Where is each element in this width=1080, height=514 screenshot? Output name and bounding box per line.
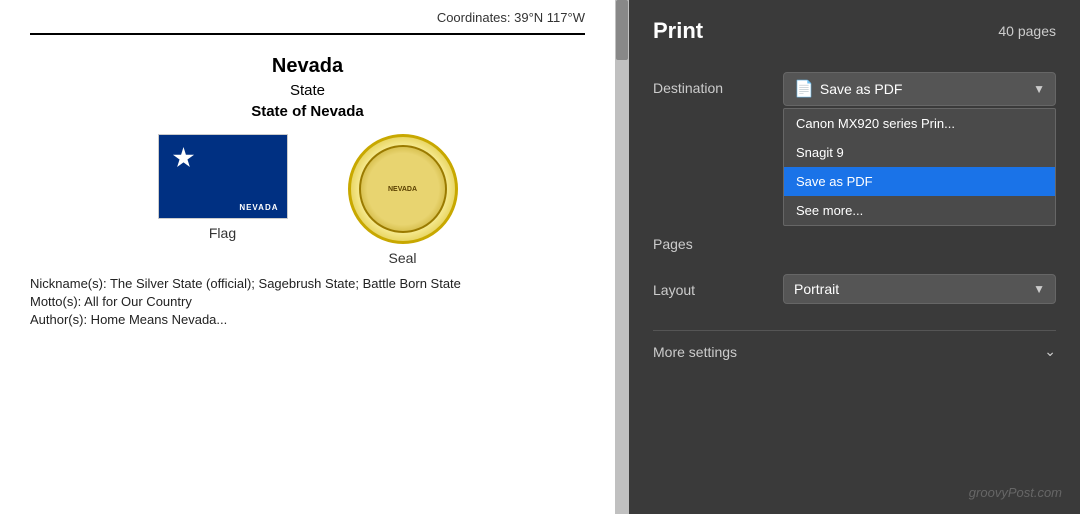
dropdown-item-snagit[interactable]: Snagit 9	[784, 138, 1055, 167]
dropdown-item-canon[interactable]: Canon MX920 series Prin...	[784, 109, 1055, 138]
print-pages: 40 pages	[998, 23, 1056, 39]
layout-dropdown[interactable]: Portrait ▼	[783, 274, 1056, 304]
document-panel: Coordinates: 39°N 117°W Nevada State Sta…	[0, 0, 615, 514]
author-text: Author(s): Home Means Nevada...	[30, 312, 585, 327]
destination-dropdown-arrow: ▼	[1033, 82, 1045, 96]
flag-label: Flag	[209, 225, 236, 241]
nevada-state: State	[30, 82, 585, 99]
document-content: Coordinates: 39°N 117°W Nevada State Sta…	[0, 0, 615, 514]
layout-control: Portrait ▼	[783, 274, 1056, 304]
flag-image: NEVADA	[158, 134, 288, 219]
coordinates-text: Coordinates: 39°N 117°W	[30, 10, 585, 25]
print-title: Print	[653, 18, 703, 44]
groovy-watermark: groovyPost.com	[969, 485, 1062, 500]
seal-label: Seal	[388, 250, 416, 266]
chevron-down-icon: ⌄	[1044, 343, 1056, 360]
print-panel: Print 40 pages Destination 📄 Save as PDF…	[629, 0, 1080, 514]
scroll-thumb[interactable]	[616, 0, 628, 60]
more-settings-label: More settings	[653, 344, 737, 360]
seal-text: NEVADA	[388, 186, 417, 193]
images-row: NEVADA Flag NEVADA Seal	[30, 134, 585, 266]
pages-label: Pages	[653, 228, 783, 252]
nevada-title: Nevada	[30, 55, 585, 78]
dropdown-item-save-pdf[interactable]: Save as PDF	[784, 167, 1055, 196]
motto-text: Motto(s): All for Our Country	[30, 294, 585, 309]
destination-label: Destination	[653, 72, 783, 96]
destination-value: Save as PDF	[820, 81, 902, 97]
layout-dropdown-arrow: ▼	[1033, 282, 1045, 296]
destination-control: 📄 Save as PDF ▼ Canon MX920 series Prin.…	[783, 72, 1056, 106]
print-header: Print 40 pages	[653, 18, 1056, 44]
pdf-doc-icon: 📄	[794, 79, 814, 99]
flag-star	[173, 147, 195, 169]
destination-row: Destination 📄 Save as PDF ▼ Canon MX920 …	[653, 72, 1056, 106]
dropdown-item-see-more[interactable]: See more...	[784, 196, 1055, 225]
layout-value: Portrait	[794, 281, 839, 297]
scrollbar[interactable]	[615, 0, 629, 514]
seal-image: NEVADA	[348, 134, 458, 244]
doc-divider	[30, 33, 585, 35]
nickname-text: Nickname(s): The Silver State (official)…	[30, 276, 585, 291]
seal-container: NEVADA Seal	[348, 134, 458, 266]
layout-row: Layout Portrait ▼	[653, 274, 1056, 304]
nevada-state-of: State of Nevada	[30, 103, 585, 120]
pages-row: Pages	[653, 228, 1056, 252]
flag-nevada-text: NEVADA	[239, 203, 278, 212]
seal-inner: NEVADA	[359, 145, 447, 233]
more-settings-row[interactable]: More settings ⌄	[653, 330, 1056, 372]
destination-dropdown-menu: Canon MX920 series Prin... Snagit 9 Save…	[783, 108, 1056, 226]
layout-label: Layout	[653, 274, 783, 298]
destination-dropdown[interactable]: 📄 Save as PDF ▼	[783, 72, 1056, 106]
dest-left: 📄 Save as PDF	[794, 79, 902, 99]
flag-container: NEVADA Flag	[158, 134, 288, 266]
